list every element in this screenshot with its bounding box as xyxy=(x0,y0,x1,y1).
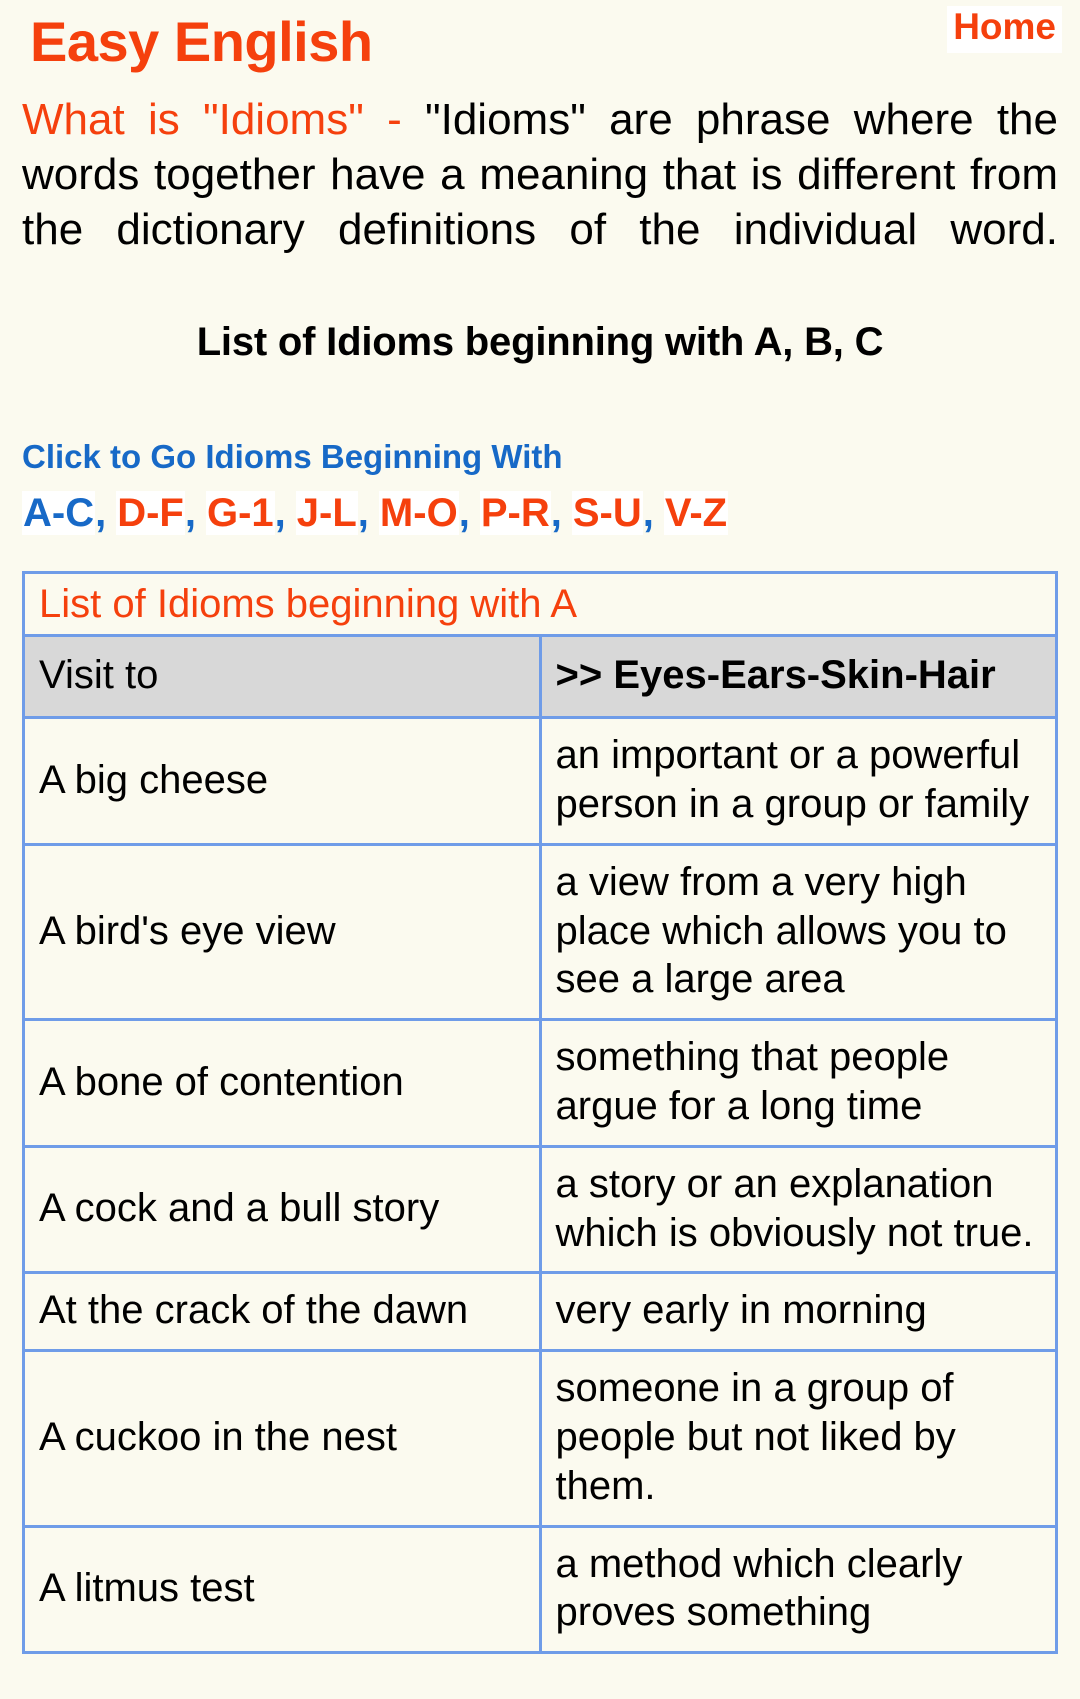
table-row: A litmus test a method which clearly prov… xyxy=(22,1524,1058,1655)
table-row: A bird's eye view a view from a very high… xyxy=(22,842,1058,1022)
alphabet-link-p-r[interactable]: P-R xyxy=(479,490,551,535)
table-row: A big cheese an important or a powerful p… xyxy=(22,716,1058,846)
alphabet-link-separator: , xyxy=(642,490,654,535)
alphabet-nav-links: A-C, D-F, G-1, J-L, M-O, P-R, S-U, V-Z xyxy=(22,490,1080,535)
intro-subtitle: List of Idioms beginning with A, B, C xyxy=(196,320,884,364)
visit-to-label: Visit to xyxy=(22,634,542,720)
idiom-term: A cock and a bull story xyxy=(22,1144,542,1275)
idiom-definition: an important or a powerful person in a g… xyxy=(538,716,1058,846)
visit-target-link[interactable]: >> Eyes-Ears-Skin-Hair xyxy=(538,634,1058,720)
alphabet-link-m-o[interactable]: M-O xyxy=(378,490,459,535)
idioms-table: List of Idioms beginning with A Visit to… xyxy=(22,570,1058,1655)
idiom-definition: a story or an explanation which is obvio… xyxy=(538,1144,1058,1275)
alphabet-link-separator: , xyxy=(550,490,562,535)
home-link[interactable]: Home xyxy=(947,6,1062,53)
alphabet-link-separator: , xyxy=(357,490,369,535)
site-header: Easy English Home xyxy=(0,0,1080,92)
alphabet-link-separator: , xyxy=(274,490,286,535)
table-caption-row: List of Idioms beginning with A xyxy=(22,570,1058,638)
alphabet-link-v-z[interactable]: V-Z xyxy=(663,490,729,535)
table-row: A cuckoo in the nest someone in a group o… xyxy=(22,1349,1058,1528)
table-row: A cock and a bull story a story or an exp… xyxy=(22,1144,1058,1275)
table-row: At the crack of the dawn very early in mo… xyxy=(22,1271,1058,1353)
alphabet-link-s-u[interactable]: S-U xyxy=(571,490,643,535)
idiom-term: A cuckoo in the nest xyxy=(22,1349,542,1528)
alphabet-nav: Click to Go Idioms Beginning With A-C, D-… xyxy=(22,437,1080,535)
alphabet-link-separator: , xyxy=(184,490,196,535)
idiom-definition: a view from a very high place which allo… xyxy=(538,842,1058,1022)
idiom-term: A bird's eye view xyxy=(22,842,542,1022)
idiom-term: A big cheese xyxy=(22,716,542,846)
alphabet-link-a-c[interactable]: A-C xyxy=(22,490,96,535)
alphabet-link-separator: , xyxy=(458,490,470,535)
idioms-table-wrapper: List of Idioms beginning with A Visit to… xyxy=(22,570,1058,1655)
alphabet-link-g-1[interactable]: G-1 xyxy=(205,490,275,535)
idiom-term: At the crack of the dawn xyxy=(22,1271,542,1353)
page-root: Easy English Home What is "Idioms" - "Id… xyxy=(0,0,1080,1699)
alphabet-link-d-f[interactable]: D-F xyxy=(116,490,185,535)
idiom-definition: a method which clearly proves something xyxy=(538,1524,1058,1655)
idiom-definition: something that people argue for a long t… xyxy=(538,1018,1058,1148)
site-title: Easy English xyxy=(30,10,373,73)
idiom-term: A litmus test xyxy=(22,1524,542,1655)
idiom-definition: someone in a group of people but not lik… xyxy=(538,1349,1058,1528)
table-caption: List of Idioms beginning with A xyxy=(22,570,1058,638)
alphabet-link-separator: , xyxy=(95,490,107,535)
table-header-row: Visit to >> Eyes-Ears-Skin-Hair xyxy=(22,634,1058,720)
idiom-term: A bone of contention xyxy=(22,1018,542,1148)
alphabet-link-j-l[interactable]: J-L xyxy=(295,490,358,535)
intro-paragraph: What is "Idioms" - "Idioms" are phrase w… xyxy=(22,92,1058,312)
idiom-definition: very early in morning xyxy=(538,1271,1058,1353)
table-row: A bone of contention something that peopl… xyxy=(22,1018,1058,1148)
intro-highlight: What is "Idioms" - xyxy=(22,95,402,144)
alphabet-nav-title: Click to Go Idioms Beginning With xyxy=(22,438,563,475)
